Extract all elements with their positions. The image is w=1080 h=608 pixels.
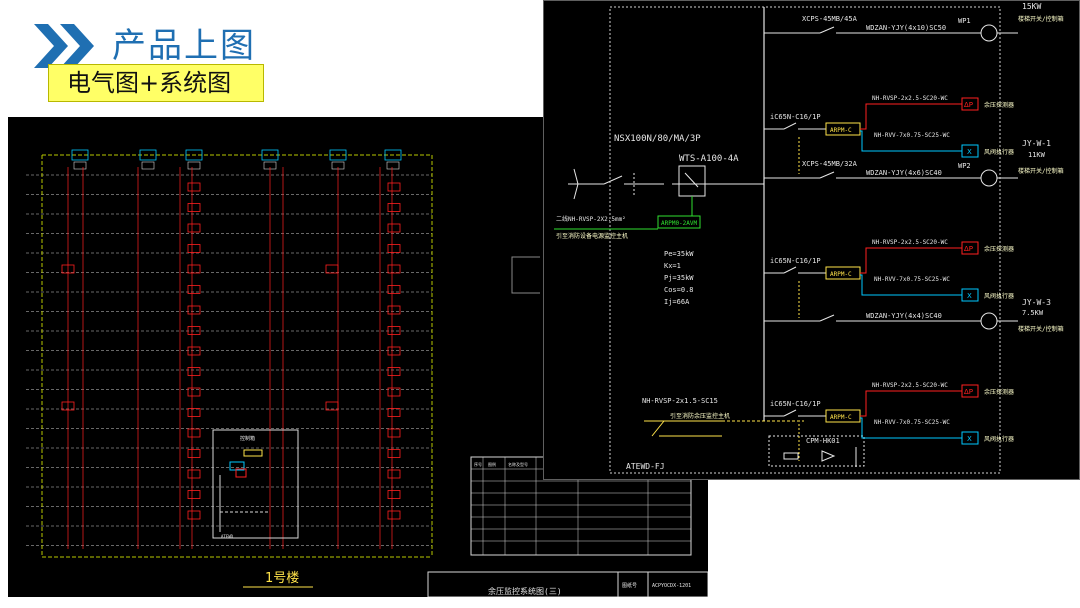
feeder-cable-label: WDZAN-YJY(4x4)SC40 bbox=[866, 312, 942, 320]
valve-cable-label: NH-RVV-7x0.75-SC25-WC bbox=[874, 132, 950, 139]
feeder-breaker-label: XCPS-45MB/45A bbox=[802, 15, 858, 23]
main-breaker-label: NSX100N/80/MA/3P bbox=[614, 134, 701, 144]
svg-text:X: X bbox=[967, 292, 972, 300]
drawing-no-label: 图纸号 bbox=[622, 582, 637, 589]
load-parameter: Pe=35kW bbox=[664, 250, 694, 258]
sensor-cable-label: NH-RVSP-2x2.5-SC20-WC bbox=[872, 382, 948, 389]
load-jy-w-1: JY-W-1 11KW 楼梯开关/控制箱 bbox=[1018, 139, 1064, 175]
double-chevron-icon bbox=[34, 24, 94, 68]
svg-text:ΔP: ΔP bbox=[964, 245, 973, 253]
valve-cable-label: NH-RVV-7x0.75-SC25-WC bbox=[874, 276, 950, 283]
svg-text:X: X bbox=[967, 148, 972, 156]
arpm-controller-label: ARPM-C bbox=[830, 127, 852, 134]
subtitle-badge: 电气图+系统图 bbox=[48, 64, 264, 102]
controller-box-label: CPM-HK01 bbox=[806, 437, 840, 445]
svg-text:JY-W-3: JY-W-3 bbox=[1022, 298, 1051, 307]
feeder-cable-label: WDZAN-YJY(4x6)SC40 bbox=[866, 169, 942, 177]
drawing-no: ACPYOCDX-1201 bbox=[652, 583, 691, 589]
sensor-cable-label: NH-RVSP-2x2.5-SC20-WC bbox=[872, 239, 948, 246]
right-electrical-drawing: NSX100N/80/MA/3P WTS-A100-4A ARPM0-2AVM … bbox=[543, 0, 1080, 480]
load-parameter: Cos=0.8 bbox=[664, 286, 694, 294]
sensor-name: 余压探测器 bbox=[984, 101, 1014, 109]
sensor-note: 引至消防设备电源监控主机 bbox=[556, 232, 628, 240]
motor-load-icon bbox=[980, 169, 998, 187]
svg-text:控制箱: 控制箱 bbox=[240, 435, 255, 442]
bus-cable-label: NH-RVSP-2x1.5-SC15 bbox=[642, 397, 718, 405]
load-parameter: Pj=35kW bbox=[664, 274, 694, 282]
page-title: 产品上图 bbox=[112, 26, 256, 66]
svg-text:ΔP: ΔP bbox=[964, 388, 973, 396]
valve-name: 风阀执行器 bbox=[984, 148, 1014, 156]
legend-header-cell: 序号 bbox=[474, 461, 482, 467]
motor-load-icon bbox=[980, 312, 998, 330]
panel-id: ATEWD-FJ bbox=[626, 462, 665, 471]
connector-bracket bbox=[511, 256, 540, 294]
sensor-cable-label: 二线NH-RVSP-2X2.5mm² bbox=[556, 215, 626, 223]
svg-text:楼梯开关/控制箱: 楼梯开关/控制箱 bbox=[1018, 325, 1064, 333]
feeder-tag: WP1 bbox=[958, 17, 971, 25]
controller-breaker-label: iC65N-C16/1P bbox=[770, 113, 821, 121]
svg-text:7.5KW: 7.5KW bbox=[1022, 309, 1044, 317]
sensor-name: 余压探测器 bbox=[984, 388, 1014, 396]
svg-text:JY-W-1: JY-W-1 bbox=[1022, 139, 1051, 148]
top-power: 15KW bbox=[1022, 2, 1041, 11]
ats-label: WTS-A100-4A bbox=[679, 154, 739, 164]
feeder-tag: WP2 bbox=[958, 162, 971, 170]
drawing-name: 余压监控系统图(三) bbox=[488, 586, 562, 596]
load-parameter: Kx=1 bbox=[664, 262, 681, 270]
svg-text:楼梯开关/控制箱: 楼梯开关/控制箱 bbox=[1018, 167, 1064, 175]
valve-name: 风阀执行器 bbox=[984, 435, 1014, 443]
controller-breaker-label: iC65N-C16/1P bbox=[770, 400, 821, 408]
legend-header-cell: 名称及型号 bbox=[508, 461, 528, 467]
load-parameter: Ij=66A bbox=[664, 298, 690, 306]
feeder-breaker-label: XCPS-45MB/32A bbox=[802, 160, 858, 168]
svg-text:11KW: 11KW bbox=[1028, 151, 1046, 159]
motor-load-icon bbox=[980, 24, 998, 42]
bus-note: 引至消防余压监控主机 bbox=[670, 412, 730, 420]
sensor-name: 余压探测器 bbox=[984, 245, 1014, 253]
legend-header-cell: 图例 bbox=[488, 461, 496, 467]
svg-text:ATEWD: ATEWD bbox=[221, 534, 234, 539]
arpm-controller-label: ARPM-C bbox=[830, 271, 852, 278]
arpm-controller-label: ARPM-C bbox=[830, 414, 852, 421]
feeder-cable-label: WDZAN-YJY(4x10)SC50 bbox=[866, 24, 946, 32]
sensor-cable-label: NH-RVSP-2x2.5-SC20-WC bbox=[872, 95, 948, 102]
valve-name: 风阀执行器 bbox=[984, 292, 1014, 300]
monitor-module-label: ARPM0-2AVM bbox=[661, 220, 698, 227]
svg-text:X: X bbox=[967, 435, 972, 443]
valve-cable-label: NH-RVV-7x0.75-SC25-WC bbox=[874, 419, 950, 426]
svg-text:ΔP: ΔP bbox=[964, 101, 973, 109]
building-label: 1号楼 bbox=[265, 571, 299, 586]
title-block: 余压监控系统图(三) 图纸号 ACPYOCDX-1201 bbox=[427, 571, 709, 598]
load-jy-w-3: JY-W-3 7.5KW 楼梯开关/控制箱 bbox=[1018, 298, 1064, 333]
top-note: 楼梯开关/控制箱 bbox=[1018, 15, 1064, 23]
controller-breaker-label: iC65N-C16/1P bbox=[770, 257, 821, 265]
